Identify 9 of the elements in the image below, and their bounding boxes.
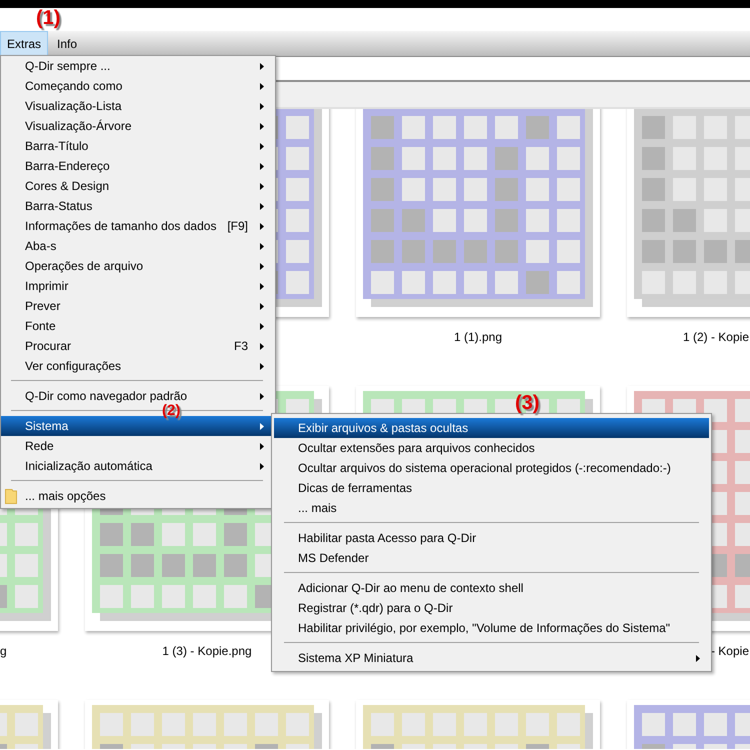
shortcut-label: F3 [234,339,248,353]
file-name: 1 (3) - Kopie.png [162,644,252,658]
shortcut-label: [F9] [227,219,248,233]
step-number-label: (1) [36,7,60,29]
file-name: 1 (2) - Kopie [682,330,749,344]
file-name: g [0,644,7,658]
step-number-label: (2) [162,405,180,416]
step-number-label: (3) [515,392,540,414]
file-name: 1 (1).png [454,330,502,344]
